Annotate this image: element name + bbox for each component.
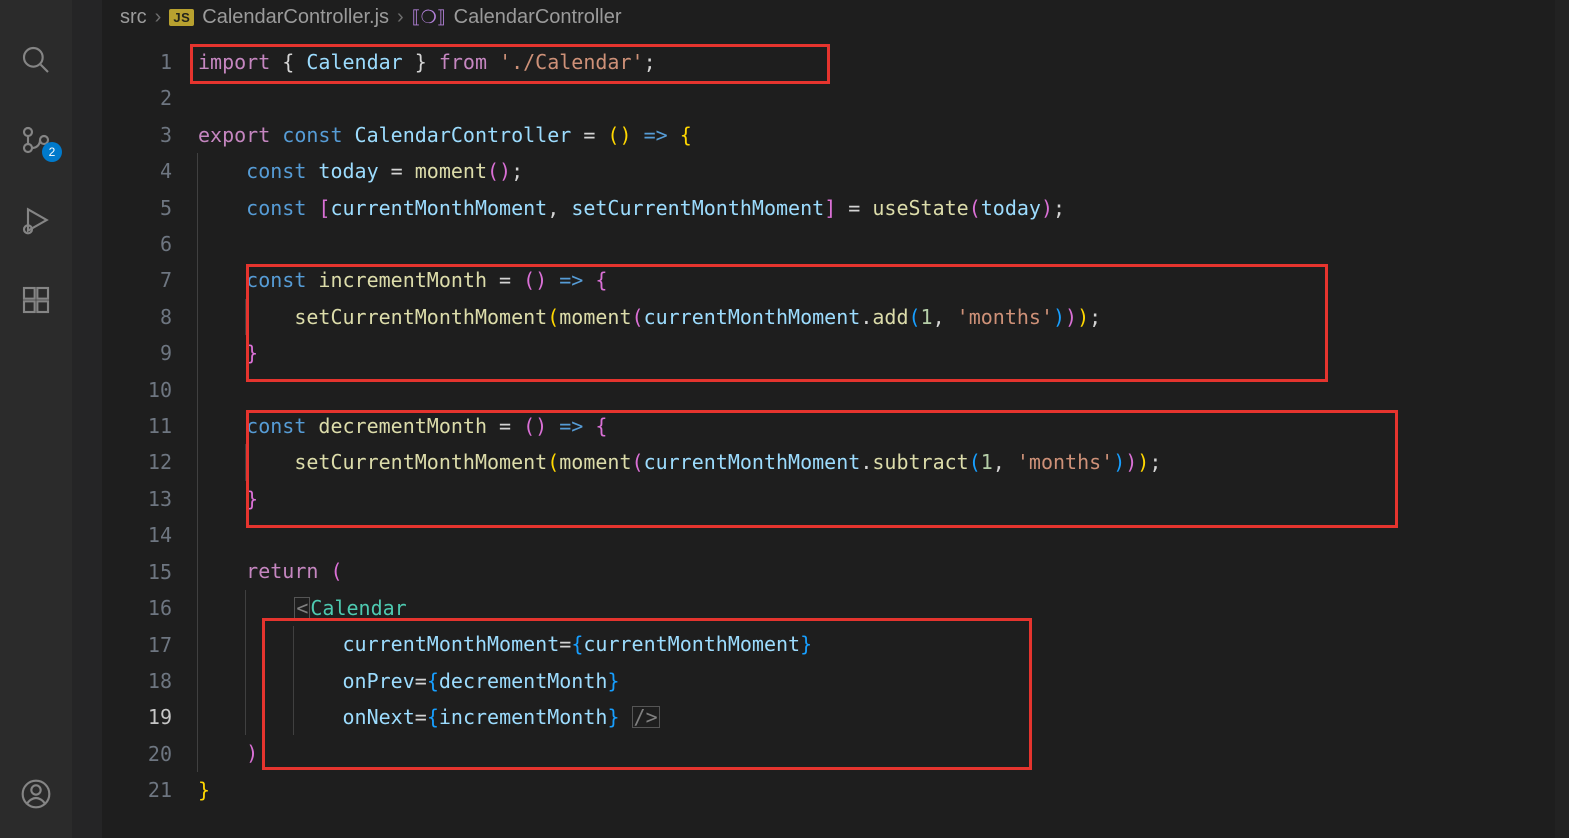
- line-number: 1: [102, 44, 172, 80]
- chevron-right-icon: ›: [397, 6, 404, 29]
- scrollbar[interactable]: [1555, 0, 1569, 838]
- breadcrumb-folder[interactable]: src: [120, 6, 147, 29]
- code-line[interactable]: [198, 80, 1569, 116]
- line-number: 4: [102, 153, 172, 189]
- symbol-variable-icon: ⟦❍⟧: [412, 7, 446, 28]
- code-line[interactable]: onPrev={decrementMonth}: [198, 663, 1569, 699]
- js-file-icon: JS: [169, 9, 194, 26]
- code-line[interactable]: <Calendar: [198, 590, 1569, 626]
- breadcrumb-symbol[interactable]: CalendarController: [454, 6, 622, 29]
- line-number: 12: [102, 444, 172, 480]
- line-number: 6: [102, 226, 172, 262]
- code-line[interactable]: [198, 226, 1569, 262]
- line-number: 7: [102, 262, 172, 298]
- activity-bar: 2: [0, 0, 72, 838]
- line-number: 15: [102, 554, 172, 590]
- code-line[interactable]: return (: [198, 553, 1569, 589]
- run-debug-icon: [20, 204, 52, 236]
- scm-badge: 2: [42, 142, 62, 162]
- code-line[interactable]: }: [198, 335, 1569, 371]
- code-line[interactable]: }: [198, 772, 1569, 808]
- breadcrumb-file[interactable]: CalendarController.js: [202, 6, 389, 29]
- line-number: 2: [102, 80, 172, 116]
- account-icon: [20, 778, 52, 810]
- code-line[interactable]: export const CalendarController = () => …: [198, 117, 1569, 153]
- code-line[interactable]: import { Calendar } from './Calendar';: [198, 44, 1569, 80]
- activity-extensions[interactable]: [12, 276, 60, 324]
- sidebar-strip: [72, 0, 102, 838]
- breadcrumb[interactable]: src › JS CalendarController.js › ⟦❍⟧ Cal…: [102, 0, 1569, 34]
- activity-run-debug[interactable]: [12, 196, 60, 244]
- activity-account[interactable]: [12, 770, 60, 818]
- line-number: 16: [102, 590, 172, 626]
- code-line[interactable]: const [currentMonthMoment, setCurrentMon…: [198, 190, 1569, 226]
- line-number: 9: [102, 335, 172, 371]
- line-number-gutter: 123456789101112131415161718192021: [102, 34, 198, 838]
- code-line[interactable]: const today = moment();: [198, 153, 1569, 189]
- code-line[interactable]: [198, 517, 1569, 553]
- code-content[interactable]: import { Calendar } from './Calendar'; ex…: [198, 34, 1569, 838]
- editor-area: src › JS CalendarController.js › ⟦❍⟧ Cal…: [102, 0, 1569, 838]
- bracket-match-icon: />: [632, 706, 660, 728]
- line-number: 21: [102, 772, 172, 808]
- line-number: 8: [102, 299, 172, 335]
- code-line[interactable]: const incrementMonth = () => {: [198, 262, 1569, 298]
- code-line[interactable]: const decrementMonth = () => {: [198, 408, 1569, 444]
- code-line[interactable]: ): [198, 735, 1569, 771]
- line-number: 20: [102, 736, 172, 772]
- activity-search[interactable]: [12, 36, 60, 84]
- code-line[interactable]: setCurrentMonthMoment(moment(currentMont…: [198, 444, 1569, 480]
- code-line[interactable]: onNext={incrementMonth} />: [198, 699, 1569, 735]
- line-number: 3: [102, 117, 172, 153]
- line-number: 5: [102, 190, 172, 226]
- line-number: 10: [102, 372, 172, 408]
- search-icon: [20, 44, 52, 76]
- extensions-icon: [20, 284, 52, 316]
- chevron-right-icon: ›: [155, 6, 162, 29]
- code-line[interactable]: setCurrentMonthMoment(moment(currentMont…: [198, 299, 1569, 335]
- line-number: 13: [102, 481, 172, 517]
- code-line[interactable]: [198, 372, 1569, 408]
- code-line[interactable]: currentMonthMoment={currentMonthMoment}: [198, 626, 1569, 662]
- code-line[interactable]: }: [198, 481, 1569, 517]
- line-number: 18: [102, 663, 172, 699]
- bracket-match-icon: <: [294, 597, 310, 619]
- editor-body[interactable]: 123456789101112131415161718192021 import…: [102, 34, 1569, 838]
- activity-source-control[interactable]: 2: [12, 116, 60, 164]
- line-number: 11: [102, 408, 172, 444]
- line-number: 14: [102, 517, 172, 553]
- line-number: 19: [102, 699, 172, 735]
- line-number: 17: [102, 627, 172, 663]
